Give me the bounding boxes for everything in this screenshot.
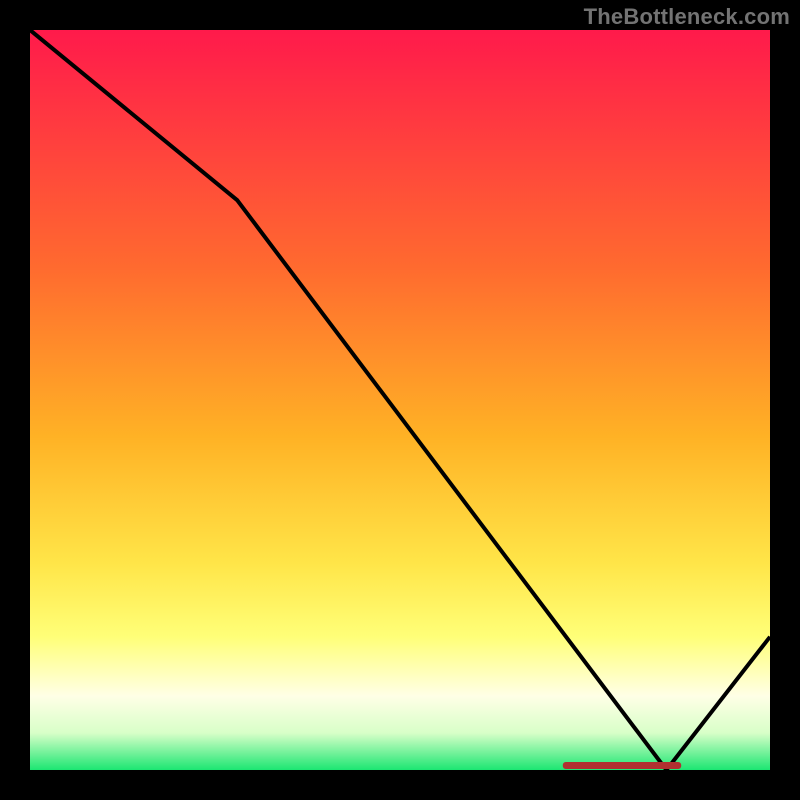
watermark-label: TheBottleneck.com bbox=[584, 4, 790, 30]
bottom-marker bbox=[563, 762, 681, 769]
gradient-backdrop bbox=[30, 30, 770, 770]
plot-area bbox=[30, 30, 770, 770]
chart-svg bbox=[30, 30, 770, 770]
chart-stage: TheBottleneck.com bbox=[0, 0, 800, 800]
